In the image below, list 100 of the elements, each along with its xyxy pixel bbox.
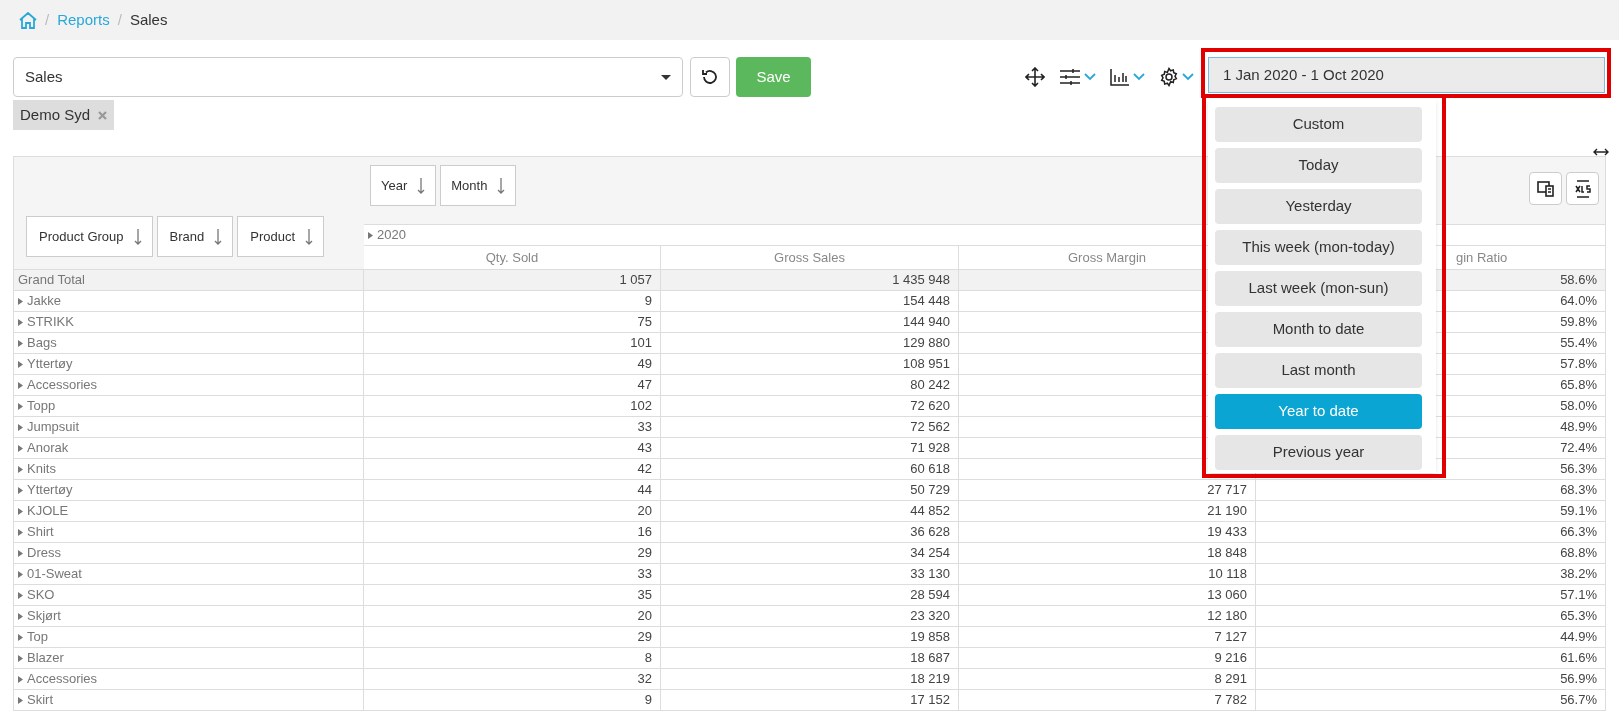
date-preset-option[interactable]: This week (mon-today) — [1215, 230, 1422, 265]
date-preset-option[interactable]: Custom — [1215, 107, 1422, 142]
row-header: Jakke — [27, 292, 61, 311]
export-xlsx-button[interactable] — [1566, 172, 1599, 205]
expand-icon[interactable] — [18, 528, 23, 536]
expand-icon[interactable] — [18, 360, 23, 368]
table-cell-text: 58.6% — [1560, 271, 1597, 290]
date-preset-option[interactable]: Last month — [1215, 353, 1422, 388]
table-cell-text: 50 729 — [910, 481, 950, 500]
field-pill[interactable]: Product — [237, 216, 325, 257]
table-cell-text: 20 — [637, 607, 652, 626]
table-cell-text: 56.3% — [1560, 460, 1597, 479]
table-cell-text: 55.4% — [1560, 334, 1597, 353]
expand-icon[interactable] — [18, 423, 23, 431]
expand-icon[interactable] — [18, 402, 23, 410]
table-cell-text: 59.1% — [1560, 502, 1597, 521]
expand-icon[interactable] — [18, 444, 23, 452]
expand-icon[interactable] — [18, 591, 23, 599]
field-pill[interactable]: Year — [370, 165, 437, 206]
row-header: Top — [27, 628, 48, 647]
field-pill[interactable]: Product Group — [26, 216, 153, 257]
expand-icon[interactable] — [18, 654, 23, 662]
table-cell-text: 9 — [644, 691, 652, 710]
filter-menu[interactable] — [1059, 68, 1096, 86]
table-cell-text: 59.8% — [1560, 313, 1597, 332]
table-cell-text: 17 152 — [910, 691, 950, 710]
resize-icon[interactable] — [1593, 148, 1609, 156]
chart-menu[interactable] — [1110, 68, 1145, 86]
bar-chart-icon — [1110, 68, 1130, 86]
row-header: Dress — [27, 544, 61, 563]
copy-icon — [1536, 180, 1555, 197]
date-preset-option[interactable]: Yesterday — [1215, 189, 1422, 224]
expand-icon[interactable] — [18, 381, 23, 389]
table-cell-text: 154 448 — [903, 292, 950, 311]
expand-icon[interactable] — [18, 612, 23, 620]
date-preset-option[interactable]: Month to date — [1215, 312, 1422, 347]
table-cell-text: 101 — [630, 334, 652, 353]
settings-menu[interactable] — [1159, 67, 1194, 87]
row-header: Yttertøy — [27, 355, 73, 374]
table-cell-text: 72 620 — [910, 397, 950, 416]
copy-button[interactable] — [1529, 172, 1562, 205]
sort-arrow-icon — [497, 177, 506, 194]
table-cell-text: 27 717 — [1207, 481, 1247, 500]
expand-icon[interactable] — [18, 465, 23, 473]
row-header: 01-Sweat — [27, 565, 82, 584]
expand-icon[interactable] — [18, 486, 23, 494]
field-pill[interactable]: Brand — [156, 216, 234, 257]
table-cell-text: 19 433 — [1207, 523, 1247, 542]
reset-button[interactable] — [690, 57, 730, 97]
date-preset-option[interactable]: Previous year — [1215, 435, 1422, 470]
date-preset-option[interactable]: Today — [1215, 148, 1422, 183]
expand-icon[interactable] — [18, 570, 23, 578]
table-cell-text: 44 — [637, 481, 652, 500]
spreadsheet-icon — [1573, 179, 1592, 198]
table-cell-text: 68.3% — [1560, 481, 1597, 500]
report-select[interactable]: Sales — [13, 57, 683, 97]
row-header: Jumpsuit — [27, 418, 80, 437]
table-cell-text: 32 — [637, 670, 652, 689]
tag-label: Demo Syd — [20, 104, 91, 125]
sliders-icon — [1059, 68, 1081, 86]
table-cell-text: 129 880 — [903, 334, 950, 353]
table-cell-text: 9 — [644, 292, 652, 311]
sort-arrow-icon — [305, 228, 314, 245]
table-cell-text: 72 562 — [910, 418, 950, 437]
table-cell-text: 65.8% — [1560, 376, 1597, 395]
table-cell-text: 61.6% — [1560, 649, 1597, 668]
expand-icon[interactable] — [18, 339, 23, 347]
breadcrumb-separator: / — [117, 9, 122, 30]
expand-icon[interactable] — [18, 297, 23, 305]
table-cell-text: 102 — [630, 397, 652, 416]
field-pill[interactable]: Month — [440, 165, 517, 206]
home-icon[interactable] — [19, 11, 37, 29]
expand-icon[interactable] — [18, 696, 23, 704]
row-header: Yttertøy — [27, 481, 73, 500]
table-cell-text: 8 291 — [1214, 670, 1247, 689]
table-cell-text: 9 216 — [1214, 649, 1247, 668]
table-cell-text: 64.0% — [1560, 292, 1597, 311]
expand-icon[interactable] — [18, 633, 23, 641]
row-header: Skirt — [27, 691, 53, 710]
table-cell-text: 56.7% — [1560, 691, 1597, 710]
expand-icon[interactable] — [368, 231, 373, 239]
date-range-field[interactable]: 1 Jan 2020 - 1 Oct 2020 — [1208, 57, 1605, 93]
column-header: Qty. Sold — [485, 248, 539, 267]
date-preset-option[interactable]: Last week (mon-sun) — [1215, 271, 1422, 306]
expand-icon[interactable] — [18, 318, 23, 326]
expand-icon[interactable] — [18, 507, 23, 515]
breadcrumb-separator: / — [45, 9, 50, 30]
table-cell-text: 34 254 — [910, 544, 950, 563]
expand-icon[interactable] — [18, 549, 23, 557]
expand-icon[interactable] — [18, 675, 23, 683]
sort-arrow-icon — [133, 228, 142, 245]
table-cell-text: 49 — [637, 355, 652, 374]
table-cell-text: 35 — [637, 586, 652, 605]
table-cell-text: 21 190 — [1207, 502, 1247, 521]
move-icon[interactable] — [1025, 67, 1045, 87]
table-cell-text: 10 118 — [1208, 565, 1247, 584]
table-cell-text: 1 435 948 — [892, 271, 950, 290]
table-cell-text: 57.8% — [1560, 355, 1597, 374]
column-header: Gross Sales — [774, 248, 845, 267]
row-header: KJOLE — [27, 502, 69, 521]
